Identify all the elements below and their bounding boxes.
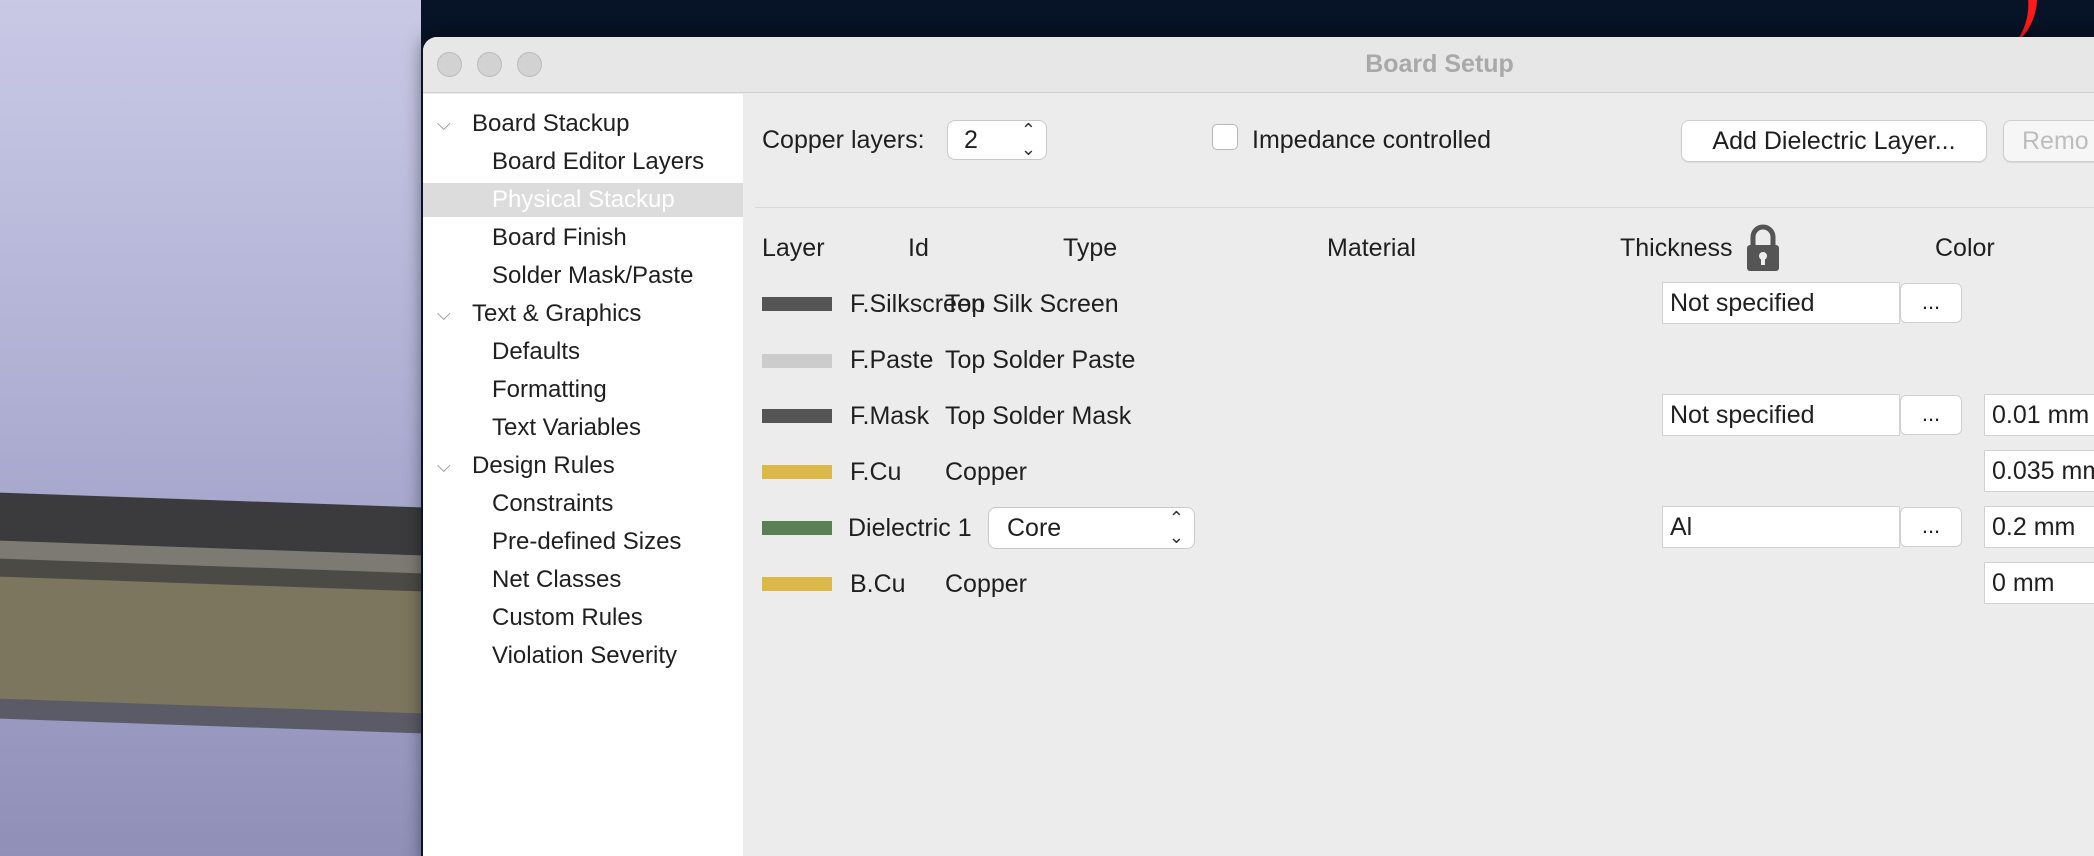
updown-chevron-icon: ⌃ ⌄ [1168,508,1184,547]
row-id: F.Mask [850,402,930,430]
board-layer-shape [0,575,421,719]
tree-item-board-editor-layers[interactable]: Board Editor Layers [423,145,743,179]
header-id: Id [908,234,929,262]
row-type: Copper [945,570,1027,598]
tree-item-net-classes[interactable]: Net Classes [423,563,743,597]
tree-item-design-rules[interactable]: ⌵ Design Rules [423,449,743,483]
header-layer: Layer [762,234,825,262]
updown-chevron-icon: ⌃ ⌄ [1020,120,1036,159]
row-type: Top Silk Screen [945,290,1119,318]
tree-item-formatting[interactable]: Formatting [423,373,743,407]
header-type: Type [1063,234,1118,262]
remove-dielectric-layer-button[interactable]: Remo [2003,120,2094,162]
tree-item-predefined-sizes[interactable]: Pre-defined Sizes [423,525,743,559]
copper-layers-label: Copper layers: [762,126,925,154]
tree-item-defaults[interactable]: Defaults [423,335,743,369]
tree-item-physical-stackup[interactable]: Physical Stackup [423,183,743,217]
tree-item-custom-rules[interactable]: Custom Rules [423,601,743,635]
window-title: Board Setup [1365,50,1514,78]
material-field[interactable]: Not specified [1662,394,1900,436]
lock-icon [1743,223,1783,278]
row-id: Dielectric 1 [848,514,972,542]
chevron-down-icon[interactable]: ⌵ [437,297,451,331]
layer-color-swatch [762,521,832,535]
thickness-field[interactable]: 0.035 mm [1984,450,2094,492]
thickness-field[interactable]: 0.01 mm [1984,394,2094,436]
impedance-controlled-checkbox[interactable] [1212,124,1238,150]
tree-item-text-variables[interactable]: Text Variables [423,411,743,445]
material-browse-button[interactable]: ... [1900,507,1962,547]
header-thickness: Thickness [1620,234,1733,262]
board-setup-dialog: Board Setup ⌵ Board Stackup Board Editor… [423,37,2094,856]
tree-item-solder-mask-paste[interactable]: Solder Mask/Paste [423,259,743,293]
add-dielectric-layer-button[interactable]: Add Dielectric Layer... [1681,120,1987,162]
settings-tree: ⌵ Board Stackup Board Editor Layers Phys… [423,94,743,856]
tree-item-board-finish[interactable]: Board Finish [423,221,743,255]
tree-item-constraints[interactable]: Constraints [423,487,743,521]
track-arc [1948,0,2054,40]
tree-item-violation-severity[interactable]: Violation Severity [423,639,743,673]
row-id: F.Cu [850,458,902,486]
header-material: Material [1327,234,1416,262]
row-id: B.Cu [850,570,906,598]
thickness-field[interactable]: 0.2 mm [1984,506,2094,548]
pcb-editor-background [421,0,2094,40]
dielectric-type-select[interactable]: Core ⌃ ⌄ [988,507,1195,549]
chevron-down-icon[interactable]: ⌵ [437,449,451,483]
row-type: Top Solder Mask [945,402,1132,430]
layer-color-swatch [762,297,832,311]
impedance-controlled-label: Impedance controlled [1252,126,1492,154]
row-type: Top Solder Paste [945,346,1136,374]
3d-viewer-background [0,0,421,856]
material-field[interactable]: Not specified [1662,282,1900,324]
title-bar: Board Setup [423,37,2094,93]
tree-item-text-graphics[interactable]: ⌵ Text & Graphics [423,297,743,331]
material-field[interactable]: Al [1662,506,1900,548]
layer-color-swatch [762,409,832,423]
row-id: F.Paste [850,346,934,374]
layer-color-swatch [762,577,832,591]
material-browse-button[interactable]: ... [1900,395,1962,435]
copper-layers-select[interactable]: 2 ⌃ ⌄ [947,120,1047,160]
tree-item-board-stackup[interactable]: ⌵ Board Stackup [423,107,743,141]
thickness-field[interactable]: 0 mm [1984,562,2094,604]
header-color: Color [1935,234,1995,262]
row-type: Copper [945,458,1027,486]
separator [755,207,2094,208]
layer-color-swatch [762,465,832,479]
physical-stackup-panel: Copper layers: 2 ⌃ ⌄ Impedance controlled… [743,94,2094,856]
material-browse-button[interactable]: ... [1900,283,1962,323]
layer-color-swatch [762,354,832,368]
chevron-down-icon[interactable]: ⌵ [437,107,451,141]
